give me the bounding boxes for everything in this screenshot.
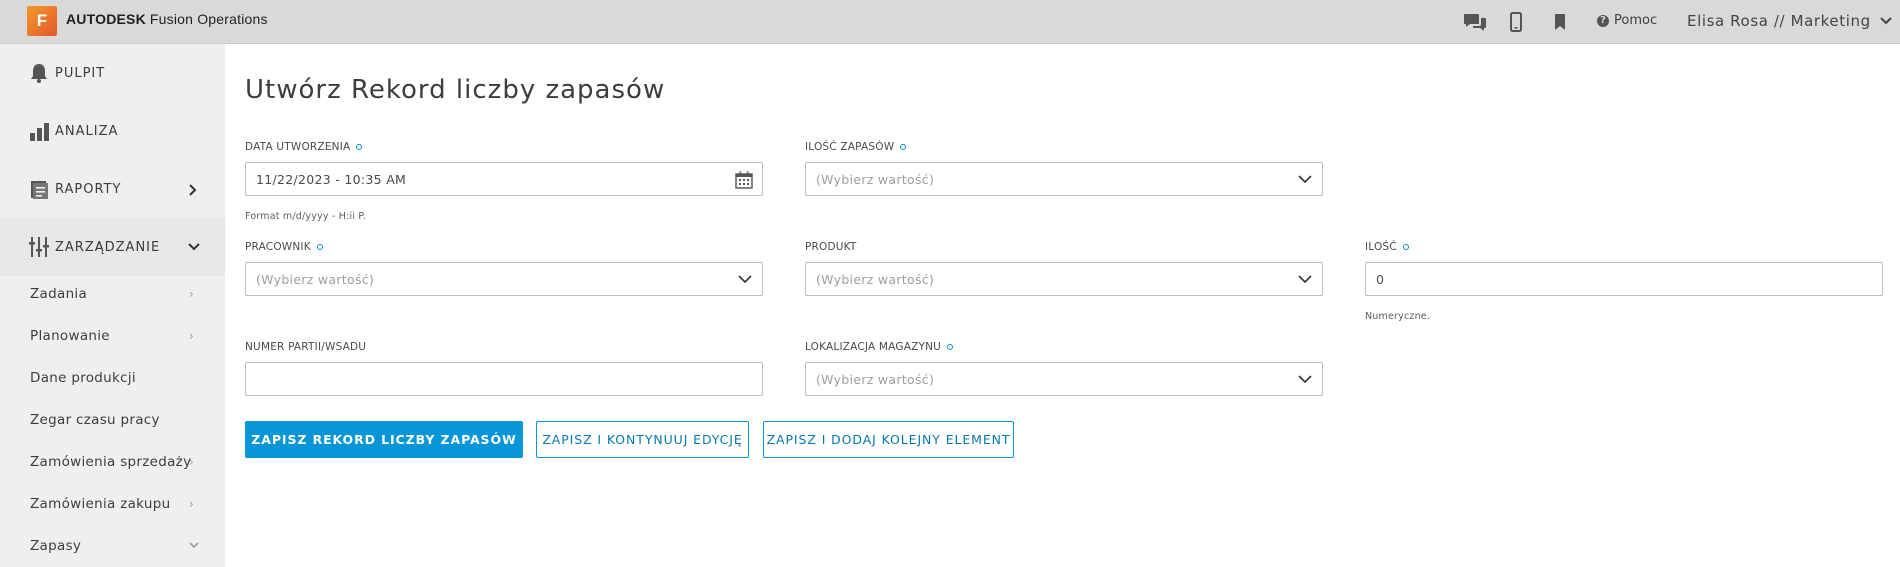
sidebar-item-label: Planowanie <box>30 328 110 344</box>
batch-number-input[interactable] <box>245 362 763 396</box>
chevron-right-icon <box>189 184 197 196</box>
calendar-icon[interactable] <box>734 170 754 190</box>
sidebar-item-zegar-czasu-pracy[interactable]: Zegar czasu pracy <box>0 399 225 441</box>
sidebar-item-label: Dane produkcji <box>30 370 136 386</box>
chevron-down-icon <box>1880 17 1892 25</box>
required-icon <box>947 344 954 350</box>
sidebar-item-label: PULPIT <box>55 65 106 81</box>
stock-count-placeholder: (Wybierz wartość) <box>816 171 935 187</box>
warehouse-location-label: LOKALIZACJA MAGAZYNU <box>805 341 954 353</box>
sliders-icon <box>29 237 49 257</box>
chevron-down-icon <box>1298 175 1312 184</box>
sidebar: PULPIT ANALIZA RAPORTY ZARZĄDZANIE Zadan… <box>0 44 225 567</box>
required-icon <box>1402 244 1409 250</box>
chat-icon[interactable] <box>1463 12 1487 32</box>
warehouse-location-placeholder: (Wybierz wartość) <box>816 371 935 387</box>
sidebar-item-zapasy[interactable]: Zapasy <box>0 525 225 567</box>
sidebar-item-zamowienia-zakupu[interactable]: Zamówienia zakupu › <box>0 483 225 525</box>
chevron-down-icon <box>1298 275 1312 284</box>
user-label: Elisa Rosa // Marketing <box>1687 12 1871 30</box>
sidebar-item-label: ANALIZA <box>55 123 119 139</box>
quantity-value: 0 <box>1376 271 1385 287</box>
bookmark-icon[interactable] <box>1554 12 1566 32</box>
sidebar-item-label: ZARZĄDZANIE <box>55 239 161 255</box>
batch-number-label-text: NUMER PARTII/WSADU <box>245 341 367 353</box>
help-icon: ? <box>1597 14 1609 27</box>
quantity-input[interactable]: 0 <box>1365 262 1883 296</box>
chevron-down-icon <box>189 542 199 549</box>
sidebar-item-raporty[interactable]: RAPORTY <box>0 160 225 218</box>
quantity-label: ILOŚĆ <box>1365 241 1409 253</box>
chevron-right-icon: › <box>189 287 194 301</box>
brand-autodesk: AUTODESK <box>66 11 146 27</box>
warehouse-location-select[interactable]: (Wybierz wartość) <box>805 362 1323 396</box>
sidebar-item-zamowienia-sprzedazy[interactable]: Zamówienia sprzedaży › <box>0 441 225 483</box>
product-select[interactable]: (Wybierz wartość) <box>805 262 1323 296</box>
product-placeholder: (Wybierz wartość) <box>816 271 935 287</box>
chevron-right-icon: › <box>189 455 194 469</box>
chevron-right-icon: › <box>189 497 194 511</box>
sidebar-item-analiza[interactable]: ANALIZA <box>0 102 225 160</box>
fusion-logo[interactable]: F <box>27 6 57 36</box>
mobile-icon[interactable] <box>1509 12 1523 32</box>
created-date-hint: Format m/d/yyyy - H:ii P. <box>245 211 367 222</box>
sidebar-item-label: Zamówienia sprzedaży <box>30 454 192 470</box>
chevron-down-icon <box>738 275 752 284</box>
bar-chart-icon <box>30 123 49 141</box>
employee-label: PRACOWNIK <box>245 241 323 253</box>
sidebar-item-label: Zamówienia zakupu <box>30 496 171 512</box>
help-link[interactable]: ? Pomoc <box>1597 13 1657 28</box>
help-label: Pomoc <box>1614 13 1658 28</box>
batch-number-label: NUMER PARTII/WSADU <box>245 341 366 353</box>
stock-count-select[interactable]: (Wybierz wartość) <box>805 162 1323 196</box>
required-icon <box>316 244 323 250</box>
employee-placeholder: (Wybierz wartość) <box>256 271 375 287</box>
created-date-label-text: DATA UTWORZENIA <box>245 141 351 153</box>
save-add-another-button[interactable]: ZAPISZ I DODAJ KOLEJNY ELEMENT <box>763 421 1014 458</box>
sidebar-item-dane-produkcji[interactable]: Dane produkcji <box>0 357 225 399</box>
sidebar-item-planowanie[interactable]: Planowanie › <box>0 315 225 357</box>
sidebar-item-zarzadzanie[interactable]: ZARZĄDZANIE <box>0 218 225 276</box>
sidebar-item-label: RAPORTY <box>55 181 122 197</box>
chevron-right-icon: › <box>189 329 194 343</box>
brand-product: Fusion Operations <box>149 11 268 27</box>
created-date-value: 11/22/2023 - 10:35 AM <box>256 171 407 187</box>
sidebar-item-label: Zapasy <box>30 538 82 554</box>
product-label: PRODUKT <box>805 241 857 253</box>
required-icon <box>356 144 363 150</box>
employee-select[interactable]: (Wybierz wartość) <box>245 262 763 296</box>
chevron-down-icon <box>188 243 200 251</box>
chevron-down-icon <box>1298 375 1312 384</box>
quantity-hint: Numeryczne. <box>1365 311 1431 322</box>
created-date-input[interactable]: 11/22/2023 - 10:35 AM <box>245 162 763 196</box>
brand-name: AUTODESK Fusion Operations <box>66 11 268 27</box>
save-record-button[interactable]: ZAPISZ REKORD LICZBY ZAPASÓW <box>245 421 523 458</box>
sidebar-item-label: Zegar czasu pracy <box>30 412 160 428</box>
product-label-text: PRODUKT <box>805 241 857 253</box>
created-date-label: DATA UTWORZENIA <box>245 141 363 153</box>
quantity-label-text: ILOŚĆ <box>1365 241 1397 253</box>
sidebar-item-zadania[interactable]: Zadania › <box>0 273 225 315</box>
save-continue-button[interactable]: ZAPISZ I KONTYNUUJ EDYCJĘ <box>536 421 749 458</box>
page-title: Utwórz Rekord liczby zapasów <box>245 75 666 105</box>
user-menu[interactable]: Elisa Rosa // Marketing <box>1687 12 1893 30</box>
report-icon <box>31 181 48 199</box>
warehouse-location-label-text: LOKALIZACJA MAGAZYNU <box>805 341 942 353</box>
top-bar: F AUTODESK Fusion Operations ? Pomoc Elis… <box>0 0 1900 44</box>
employee-label-text: PRACOWNIK <box>245 241 311 253</box>
required-icon <box>900 144 907 150</box>
bell-icon <box>31 64 47 83</box>
stock-count-label-text: ILOŚĆ ZAPASÓW <box>805 141 895 153</box>
sidebar-item-label: Zadania <box>30 286 88 302</box>
sidebar-item-pulpit[interactable]: PULPIT <box>0 44 225 102</box>
stock-count-label: ILOŚĆ ZAPASÓW <box>805 141 907 153</box>
